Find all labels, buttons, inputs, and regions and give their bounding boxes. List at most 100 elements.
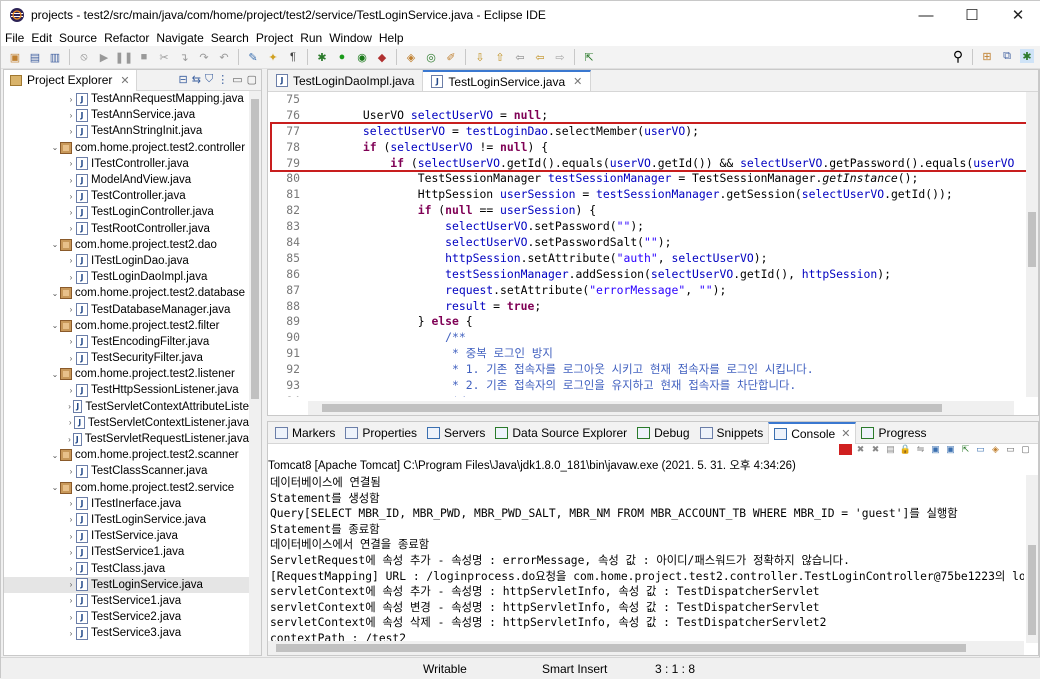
menu-item-help[interactable]: Help [379, 31, 404, 45]
file-item[interactable]: › J ModelAndView.java [4, 172, 249, 188]
package-item[interactable]: ⌄ com.home.project.test2.scanner [4, 447, 249, 463]
file-item[interactable]: › J TestRootController.java [4, 221, 249, 237]
chevron-right-icon[interactable]: › [66, 418, 74, 427]
menu-item-refactor[interactable]: Refactor [104, 31, 149, 45]
file-item[interactable]: › J TestController.java [4, 188, 249, 204]
chevron-right-icon[interactable]: › [66, 386, 76, 395]
chevron-right-icon[interactable]: › [66, 224, 76, 233]
show-stderr-icon[interactable]: ▣ [944, 444, 957, 455]
console-vertical-scrollbar[interactable] [1026, 475, 1038, 643]
next-annotation-icon[interactable]: ⇩ [473, 50, 487, 64]
chevron-right-icon[interactable]: › [66, 354, 76, 363]
menu-item-project[interactable]: Project [256, 31, 293, 45]
chevron-right-icon[interactable]: › [66, 467, 76, 476]
chevron-right-icon[interactable]: › [66, 192, 76, 201]
show-whitespace-icon[interactable]: ¶ [286, 50, 300, 64]
menu-item-source[interactable]: Source [59, 31, 97, 45]
editor-tab[interactable]: J TestLoginDaoImpl.java [268, 70, 424, 91]
maximize-icon[interactable]: ☐ [949, 1, 995, 29]
step-return-icon[interactable]: ↶ [217, 50, 231, 64]
forward-icon[interactable]: ⇨ [553, 50, 567, 64]
chevron-right-icon[interactable]: › [66, 273, 76, 282]
highlight-icon[interactable]: ✦ [266, 50, 280, 64]
file-item[interactable]: › J ITestInerface.java [4, 496, 249, 512]
chevron-right-icon[interactable]: › [66, 127, 76, 136]
close-icon[interactable]: ✕ [120, 74, 129, 87]
tab-project-explorer[interactable]: Project Explorer ✕ [4, 69, 137, 91]
resume-icon[interactable]: ▶ [97, 50, 111, 64]
display-console-icon[interactable]: ▭ [974, 444, 987, 455]
chevron-down-icon[interactable]: ⌄ [50, 370, 60, 379]
debug-icon[interactable]: ✱ [315, 50, 329, 64]
editor-scroll-thumb[interactable] [1028, 212, 1036, 267]
chevron-right-icon[interactable]: › [66, 499, 76, 508]
chevron-right-icon[interactable]: › [66, 208, 76, 217]
menu-item-navigate[interactable]: Navigate [156, 31, 203, 45]
chevron-right-icon[interactable]: › [66, 256, 76, 265]
console-hscroll-thumb[interactable] [276, 644, 966, 652]
chevron-right-icon[interactable]: › [66, 176, 76, 185]
chevron-right-icon[interactable]: › [66, 596, 76, 605]
terminate-icon[interactable]: ■ [137, 50, 151, 64]
open-perspective-icon[interactable]: ⊞ [980, 49, 994, 63]
new-java-class-icon[interactable]: ◎ [424, 50, 438, 64]
chevron-right-icon[interactable]: › [66, 548, 76, 557]
tab-progress[interactable]: Progress [856, 422, 931, 444]
chevron-right-icon[interactable]: › [66, 305, 76, 314]
minimize-panel-icon[interactable]: ▭ [1004, 444, 1017, 455]
menu-item-search[interactable]: Search [211, 31, 249, 45]
file-item[interactable]: › J ITestService1.java [4, 544, 249, 560]
tab-debug[interactable]: Debug [632, 422, 694, 444]
close-icon[interactable]: ✕ [841, 427, 850, 440]
chevron-right-icon[interactable]: › [66, 159, 76, 168]
chevron-down-icon[interactable]: ⌄ [50, 321, 60, 330]
clear-console-icon[interactable]: ▤ [884, 444, 897, 455]
disconnect-icon[interactable]: ✂ [157, 50, 171, 64]
menu-item-window[interactable]: Window [329, 31, 372, 45]
file-item[interactable]: › J ITestService.java [4, 528, 249, 544]
file-item[interactable]: › J TestServletRequestListener.java [4, 431, 249, 447]
open-console-icon[interactable]: ◈ [989, 444, 1002, 455]
console-output[interactable]: 데이터베이스에 연결됨 Statement를 생성함 Query[SELECT MB… [270, 475, 1024, 643]
chevron-right-icon[interactable]: › [66, 580, 76, 589]
suspend-icon[interactable]: ❚❚ [115, 50, 133, 64]
file-item[interactable]: › J TestLoginController.java [4, 204, 249, 220]
run-coverage-icon[interactable]: ◉ [355, 50, 369, 64]
back-icon[interactable]: ⇦ [533, 50, 547, 64]
java-ee-perspective-icon[interactable]: ⧉ [1000, 49, 1014, 63]
word-wrap-icon[interactable]: ⇋ [914, 444, 927, 455]
pin-editor-icon[interactable]: ⇱ [582, 50, 596, 64]
package-item[interactable]: ⌄ com.home.project.test2.filter [4, 318, 249, 334]
chevron-down-icon[interactable]: ⌄ [50, 143, 60, 152]
prev-annotation-icon[interactable]: ⇧ [493, 50, 507, 64]
step-into-icon[interactable]: ↴ [177, 50, 191, 64]
remove-launch-icon[interactable]: ✖ [854, 444, 867, 455]
editor-vertical-scrollbar[interactable] [1026, 92, 1038, 397]
open-type-icon[interactable]: ✐ [444, 50, 458, 64]
file-item[interactable]: › J ITestLoginService.java [4, 512, 249, 528]
link-editor-icon[interactable]: ⇆ [192, 73, 201, 86]
file-item[interactable]: › J TestAnnRequestMapping.java [4, 91, 249, 107]
console-horizontal-scrollbar[interactable] [268, 641, 1024, 655]
file-item[interactable]: › J TestAnnStringInit.java [4, 123, 249, 139]
chevron-right-icon[interactable]: › [66, 564, 76, 573]
package-item[interactable]: ⌄ com.home.project.test2.database [4, 285, 249, 301]
tab-console[interactable]: Console ✕ [768, 421, 857, 444]
editor-horizontal-scrollbar[interactable] [308, 401, 1014, 415]
file-item[interactable]: › J TestLoginDaoImpl.java [4, 269, 249, 285]
tab-servers[interactable]: Servers [422, 422, 490, 444]
file-item[interactable]: › J TestHttpSessionListener.java [4, 382, 249, 398]
chevron-right-icon[interactable]: › [66, 629, 76, 638]
file-item[interactable]: › J TestServletContextListener.java [4, 415, 249, 431]
package-item[interactable]: ⌄ com.home.project.test2.controller [4, 140, 249, 156]
chevron-right-icon[interactable]: › [66, 402, 73, 411]
menu-item-file[interactable]: File [5, 31, 24, 45]
chevron-right-icon[interactable]: › [66, 111, 76, 120]
chevron-down-icon[interactable]: ⌄ [50, 483, 60, 492]
terminate-icon[interactable] [839, 444, 852, 455]
close-icon[interactable]: ✕ [995, 1, 1040, 29]
last-edit-icon[interactable]: ⇦ [513, 50, 527, 64]
maximize-panel-icon[interactable]: ▢ [247, 73, 257, 86]
step-over-icon[interactable]: ↷ [197, 50, 211, 64]
minimize-panel-icon[interactable]: ▭ [232, 73, 242, 86]
